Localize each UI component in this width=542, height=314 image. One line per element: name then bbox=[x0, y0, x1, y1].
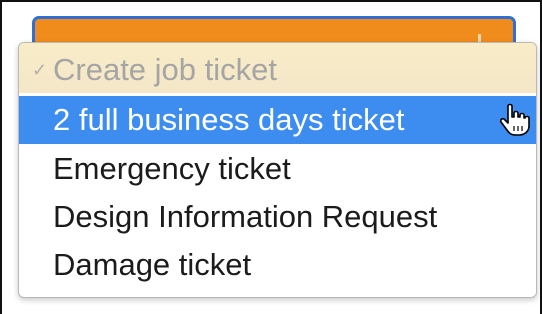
menu-item-label: Damage ticket bbox=[53, 247, 252, 282]
menu-item-label: Create job ticket bbox=[53, 52, 277, 87]
hand-pointer-icon bbox=[499, 103, 530, 136]
menu-item-label: Emergency ticket bbox=[53, 151, 291, 186]
menu-item-design-information-request[interactable]: Design Information Request bbox=[19, 193, 536, 241]
menu-item-label: 2 full business days ticket bbox=[53, 102, 405, 137]
menu-item-2-full-business-days-ticket[interactable]: 2 full business days ticket bbox=[19, 96, 536, 144]
checkmark-icon: ✓ bbox=[32, 60, 48, 80]
menu-item-damage-ticket[interactable]: Damage ticket bbox=[19, 241, 536, 289]
ticket-type-dropdown-menu: ✓ Create job ticket 2 full business days… bbox=[18, 42, 537, 298]
menu-item-create-job-ticket: ✓ Create job ticket bbox=[19, 46, 536, 94]
menu-item-emergency-ticket[interactable]: Emergency ticket bbox=[19, 145, 536, 193]
menu-item-label: Design Information Request bbox=[53, 199, 438, 234]
screenshot-frame: ✓ Create job ticket 2 full business days… bbox=[0, 0, 542, 314]
